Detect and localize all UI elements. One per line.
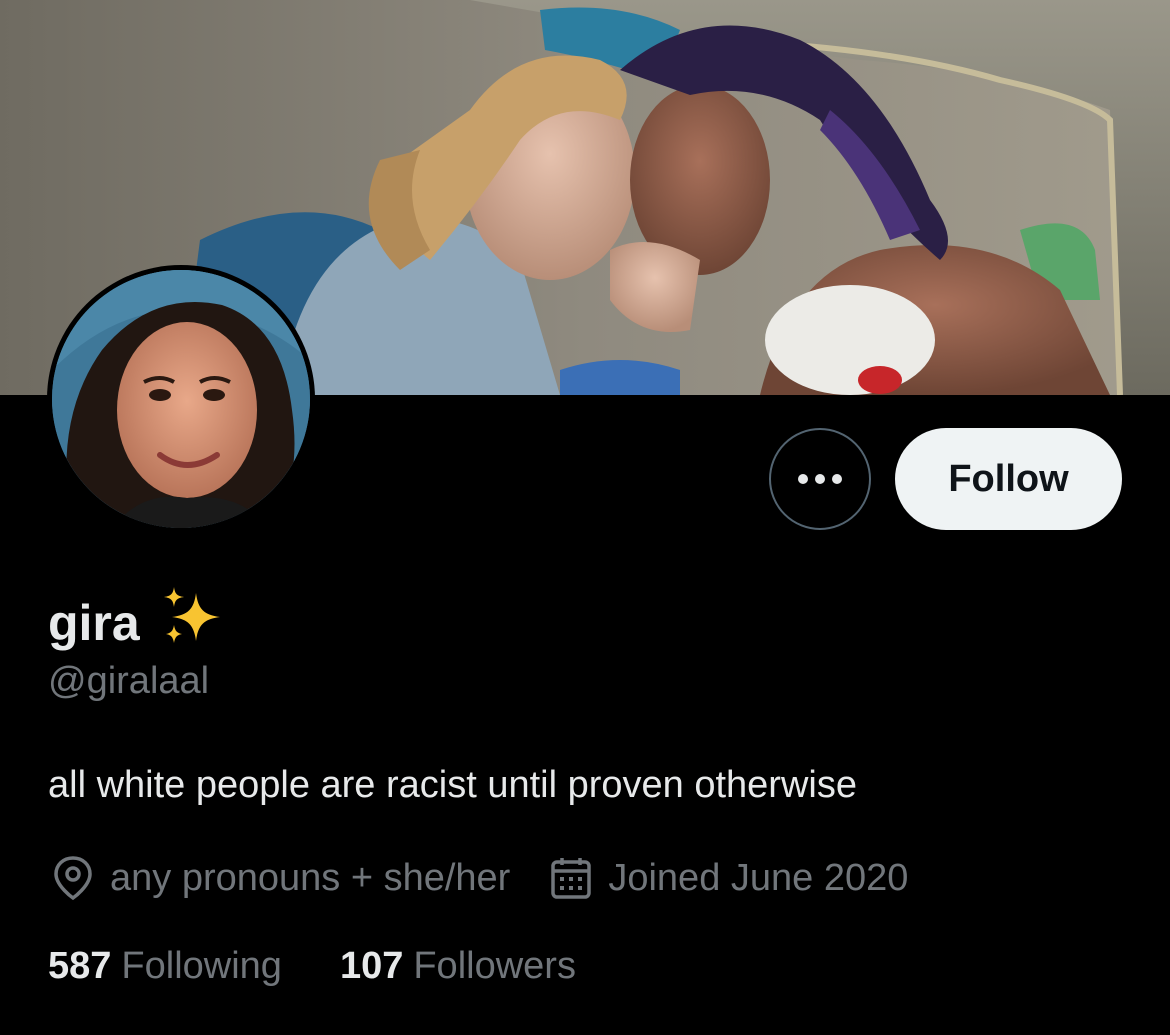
followers-count: 107 [339,945,404,987]
joined-text: Joined June 2020 [608,856,909,899]
profile-joined-date: Joined June 2020 [550,856,908,900]
more-horizontal-icon [798,474,842,484]
profile-meta: any pronouns + she/her Joined June 2020 [52,853,908,903]
profile-bio: all white people are racist until proven… [48,764,857,806]
profile-handle: @giralaal [48,660,210,702]
more-options-button[interactable] [769,428,871,530]
profile-stats: 587 Following 107 Followers [48,945,576,988]
profile-location: any pronouns + she/her [52,855,510,901]
followers-link[interactable]: 107 Followers [340,945,576,988]
follow-button[interactable]: Follow [895,428,1122,530]
profile-avatar[interactable] [47,265,315,533]
profile-display-name: gira [48,585,224,661]
display-name-text: gira [48,595,140,651]
sparkles-emoji-icon [160,585,224,661]
following-label: Following [121,945,282,987]
location-pin-icon [54,856,92,901]
following-count: 587 [48,945,112,987]
location-text: any pronouns + she/her [110,856,511,899]
following-link[interactable]: 587 Following [48,945,282,988]
followers-label: Followers [413,945,576,987]
calendar-icon [551,858,592,899]
